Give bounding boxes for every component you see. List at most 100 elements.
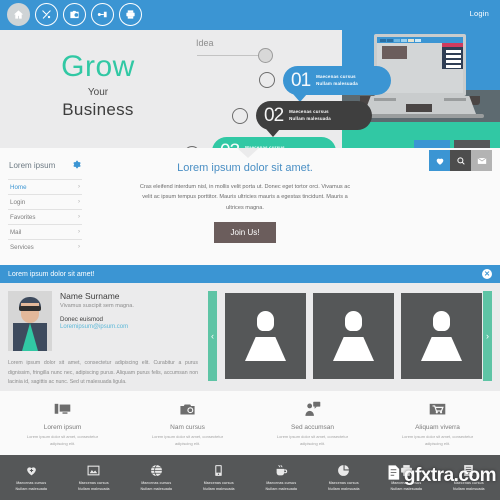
sidebar-item-label: Services — [10, 243, 34, 251]
mail-icon[interactable] — [471, 150, 492, 171]
footer-text-line1: Maecenas cursus — [266, 481, 297, 485]
features-section: Lorem ipsum Lorem ipsum dolor sit amet, … — [0, 391, 500, 455]
feature-item-4[interactable]: Aliquam viverra Lorem ipsum dolor sit am… — [375, 391, 500, 455]
feature-text: Lorem ipsum dolor sit amet, consectetur … — [401, 434, 474, 446]
step-text-1-line1: Maecenas cursus — [316, 73, 356, 79]
profile-email-link[interactable]: Loremipsum@ipsum.com — [60, 324, 134, 330]
search-icon[interactable] — [450, 150, 471, 171]
gear-icon[interactable] — [72, 156, 81, 174]
login-link[interactable]: Login — [470, 9, 489, 18]
screen-side-panel — [442, 43, 463, 69]
footer-text-line1: Maecenas cursus — [78, 481, 109, 485]
carousel-slide-2[interactable] — [313, 293, 394, 379]
chevron-right-icon: › — [78, 184, 80, 190]
chevron-right-icon: › — [78, 244, 80, 250]
footer-item-3[interactable]: Maecenas cursus Nullam malesuada — [125, 455, 188, 500]
person-icon-body — [245, 337, 286, 361]
footer-text-line2: Nullam malesuada — [15, 486, 48, 491]
profile-card: Name Surname Vivamus suscipit sem magna.… — [8, 291, 198, 388]
sidebar-item-services[interactable]: Services › — [8, 239, 82, 254]
watermark: gfxtra.com — [385, 463, 497, 488]
step-ring-2 — [232, 108, 248, 124]
feature-text: Lorem ipsum dolor sit amet, consectetur … — [26, 434, 99, 446]
person-icon — [433, 311, 450, 331]
tools-icon[interactable] — [35, 3, 58, 26]
sidebar-item-login[interactable]: Login › — [8, 194, 82, 209]
screen-hero-block — [382, 46, 407, 59]
camera-icon — [125, 398, 250, 420]
printer-icon[interactable] — [119, 3, 142, 26]
footer-item-1[interactable]: Maecenas cursus Nullam malesuada — [0, 455, 63, 500]
footer-item-5[interactable]: Maecenas cursus Nullam malesuada — [250, 455, 313, 500]
close-icon[interactable]: ✕ — [482, 269, 492, 279]
sidebar-item-label: Login — [10, 198, 26, 206]
profile-name: Name Surname — [60, 291, 120, 301]
profile-details: Name Surname Vivamus suscipit sem magna.… — [60, 291, 134, 351]
step-text-2-line1: Maecenas cursus — [289, 108, 329, 114]
key-icon[interactable] — [91, 3, 114, 26]
feature-title: Aliquam viverra — [415, 424, 460, 431]
step-pill-2[interactable]: 02 Maecenas cursus Nullam malesuada — [256, 101, 372, 130]
sidebar-item-favorites[interactable]: Favorites › — [8, 209, 82, 224]
camera-icon[interactable] — [63, 3, 86, 26]
profile-section-label: Donec euismod — [60, 316, 103, 323]
home-icon[interactable] — [7, 3, 30, 26]
join-us-button[interactable]: Join Us! — [213, 222, 277, 244]
step-pill-1[interactable]: 01 Maecenas cursus Nullam malesuada — [283, 66, 391, 95]
sidebar-item-home[interactable]: Home › — [8, 179, 82, 194]
profile-header: Name Surname Vivamus suscipit sem magna.… — [8, 291, 198, 351]
sidebar-header: Lorem ipsum — [8, 156, 82, 179]
main-paragraph: Cras eleifend interdum nisl, in mollis v… — [139, 184, 351, 211]
carousel-next-button[interactable]: › — [483, 291, 492, 381]
footer-item-6[interactable]: Maecenas cursus Nullam malesuada — [313, 455, 376, 500]
globe-icon — [125, 462, 188, 479]
action-icon-group — [429, 150, 492, 171]
step-pill-3[interactable]: 03 Maecenas cursus Nullam malesuada — [212, 137, 336, 148]
content-section: Lorem ipsum Home › Login › Favorites › M… — [0, 148, 500, 265]
screen-panel-header — [442, 43, 463, 47]
feature-item-3[interactable]: Sed accumsan Lorem ipsum dolor sit amet,… — [250, 391, 375, 455]
sidebar-item-mail[interactable]: Mail › — [8, 224, 82, 239]
carousel-slide-1[interactable] — [225, 293, 306, 379]
chevron-right-icon: › — [78, 199, 80, 205]
user-chat-icon — [250, 398, 375, 420]
footer-text: Maecenas cursus Nullam malesuada — [250, 481, 313, 493]
sidebar-menu: Lorem ipsum Home › Login › Favorites › M… — [8, 156, 82, 254]
person-icon — [257, 311, 274, 331]
footer-text: Maecenas cursus Nullam malesuada — [313, 481, 376, 493]
footer-text: Maecenas cursus Nullam malesuada — [63, 481, 126, 493]
laptop-keyboard-deck — [364, 96, 476, 114]
laptop-trackpad — [406, 104, 432, 112]
feature-item-2[interactable]: Nam cursus Lorem ipsum dolor sit amet, c… — [125, 391, 250, 455]
feature-text: Lorem ipsum dolor sit amet, consectetur … — [276, 434, 349, 446]
avatar — [8, 291, 52, 351]
footer-text: Maecenas cursus Nullam malesuada — [0, 481, 63, 493]
hero-section: Grow Your Business Idea 01 Maecenas curs… — [0, 30, 500, 148]
step-number-2: 02 — [264, 105, 284, 126]
sidebar-item-label: Favorites — [10, 213, 36, 221]
top-navigation-bar: Login — [0, 0, 500, 30]
page-title: Lorem ipsum dolor sit amet. — [177, 162, 313, 174]
laptop-foot — [356, 114, 484, 118]
footer-text-line2: Nullam malesuada — [77, 486, 110, 491]
footer-item-2[interactable]: Maecenas cursus Nullam malesuada — [63, 455, 126, 500]
heart-icon[interactable] — [429, 150, 450, 171]
footer-text: Maecenas cursus Nullam malesuada — [188, 481, 251, 493]
page-root: Login Grow Your Business Idea 01 Maecena… — [0, 0, 500, 500]
step-number-1: 01 — [291, 70, 311, 91]
footer-text-line1: Maecenas cursus — [328, 481, 359, 485]
sidebar-item-label: Mail — [10, 228, 22, 236]
idea-slider[interactable]: Idea — [196, 38, 284, 63]
cart-icon — [375, 398, 500, 420]
feature-item-1[interactable]: Lorem ipsum Lorem ipsum dolor sit amet, … — [0, 391, 125, 455]
avatar-carousel: ‹ › — [208, 291, 492, 381]
carousel-slide-3[interactable] — [401, 293, 482, 379]
footer-item-4[interactable]: Maecenas cursus Nullam malesuada — [188, 455, 251, 500]
carousel-prev-button[interactable]: ‹ — [208, 291, 217, 381]
notification-bar: Lorem ipsum dolor sit amet! ✕ — [0, 265, 500, 283]
feature-title: Nam cursus — [170, 424, 205, 431]
notification-text: Lorem ipsum dolor sit amet! — [8, 270, 95, 278]
hero-headline-group: Grow Your Business — [18, 52, 178, 120]
step-ring-1 — [259, 72, 275, 88]
idea-slider-handle[interactable] — [258, 48, 273, 63]
